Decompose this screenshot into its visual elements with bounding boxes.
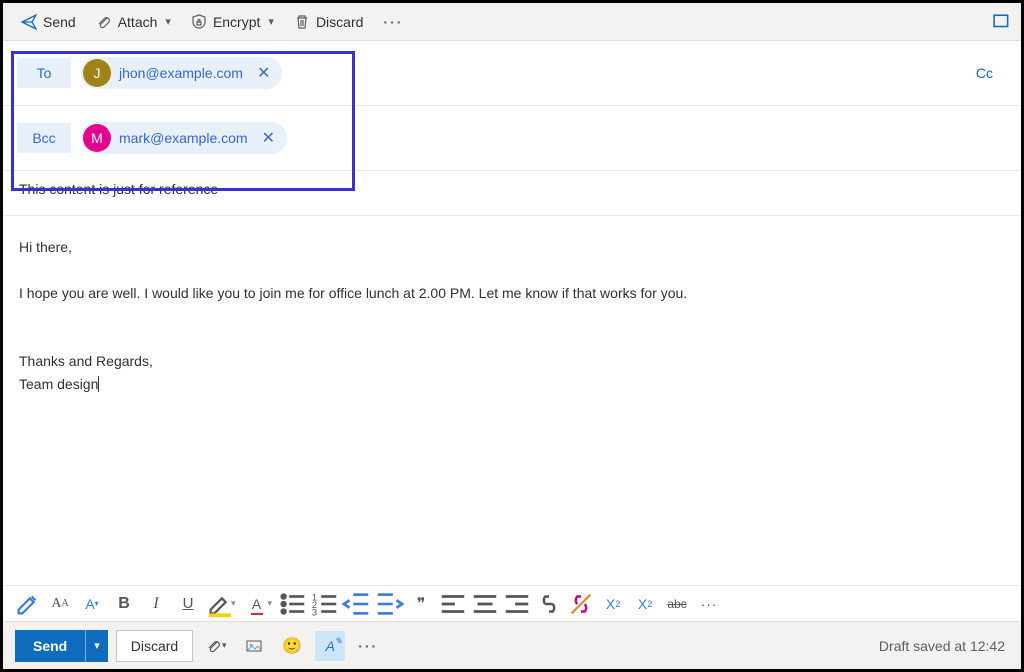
encrypt-label: Encrypt bbox=[213, 14, 260, 30]
message-body[interactable]: Hi there, I hope you are well. I would l… bbox=[3, 216, 1021, 417]
chevron-down-icon[interactable]: ▾ bbox=[268, 598, 273, 609]
strikethrough-button[interactable]: abc bbox=[662, 589, 692, 619]
subject-text: This content is just for reference bbox=[19, 181, 218, 197]
indent-button[interactable] bbox=[374, 589, 404, 619]
chip-email: jhon@example.com bbox=[119, 65, 243, 81]
attach-label: Attach bbox=[118, 14, 158, 30]
remove-chip-icon[interactable]: ✕ bbox=[258, 128, 279, 148]
top-toolbar: Send Attach ▾ Encrypt ▾ Discard ··· bbox=[3, 3, 1021, 41]
bcc-field-button[interactable]: Bcc bbox=[17, 123, 71, 153]
remove-chip-icon[interactable]: ✕ bbox=[253, 63, 274, 83]
send-label: Send bbox=[43, 14, 76, 30]
body-line: I hope you are well. I would like you to… bbox=[19, 282, 1005, 306]
discard-label: Discard bbox=[131, 638, 178, 654]
bottom-toolbar: Send ▾ Discard ▾ 🙂 A✎ ··· Draft saved at… bbox=[3, 621, 1021, 669]
send-main-label: Send bbox=[15, 630, 85, 662]
chevron-down-icon: ▾ bbox=[165, 15, 171, 28]
format-toolbar: AA A▾ B I U ▾ A ▾ 123 ❞ X2 X2 abc ··· bbox=[3, 585, 1021, 621]
unlink-button[interactable] bbox=[566, 589, 596, 619]
bullet-list-button[interactable] bbox=[278, 589, 308, 619]
send-icon bbox=[21, 14, 37, 30]
to-field-button[interactable]: To bbox=[17, 58, 71, 88]
more-button-top[interactable]: ··· bbox=[375, 10, 411, 34]
quote-button[interactable]: ❞ bbox=[406, 589, 436, 619]
subject-field[interactable]: This content is just for reference bbox=[3, 171, 1021, 216]
send-split-button[interactable]: ▾ bbox=[85, 630, 108, 662]
trash-icon bbox=[294, 14, 310, 30]
send-button-top[interactable]: Send bbox=[13, 10, 84, 34]
encrypt-button[interactable]: Encrypt ▾ bbox=[183, 10, 282, 34]
number-list-button[interactable]: 123 bbox=[310, 589, 340, 619]
align-right-button[interactable] bbox=[502, 589, 532, 619]
more-actions-bottom[interactable]: ··· bbox=[353, 631, 383, 661]
emoji-icon[interactable]: 🙂 bbox=[277, 631, 307, 661]
font-family-icon[interactable]: AA bbox=[45, 589, 75, 619]
text-caret bbox=[98, 376, 99, 392]
chevron-down-icon[interactable]: ▾ bbox=[231, 598, 236, 609]
discard-button[interactable]: Discard bbox=[116, 630, 193, 662]
attach-icon-bottom[interactable]: ▾ bbox=[201, 631, 231, 661]
superscript-button[interactable]: X2 bbox=[598, 589, 628, 619]
body-signoff1: Thanks and Regards, bbox=[19, 350, 1005, 374]
svg-text:3: 3 bbox=[312, 607, 317, 617]
outdent-button[interactable] bbox=[342, 589, 372, 619]
underline-button[interactable]: U bbox=[173, 589, 203, 619]
format-more-button[interactable]: ··· bbox=[694, 589, 724, 619]
italic-button[interactable]: I bbox=[141, 589, 171, 619]
discard-button-top[interactable]: Discard bbox=[286, 10, 371, 34]
font-size-icon[interactable]: A▾ bbox=[77, 589, 107, 619]
avatar: M bbox=[83, 124, 111, 152]
subscript-button[interactable]: X2 bbox=[630, 589, 660, 619]
cc-button[interactable]: Cc bbox=[968, 61, 1001, 85]
link-button[interactable] bbox=[534, 589, 564, 619]
to-recipient-chip[interactable]: J jhon@example.com ✕ bbox=[81, 57, 282, 89]
paint-format-icon[interactable] bbox=[13, 589, 43, 619]
discard-label: Discard bbox=[316, 14, 363, 30]
avatar: J bbox=[83, 59, 111, 87]
bcc-recipient-chip[interactable]: M mark@example.com ✕ bbox=[81, 122, 287, 154]
insert-picture-icon[interactable] bbox=[239, 631, 269, 661]
attach-icon bbox=[96, 14, 112, 30]
toggle-format-toolbar-icon[interactable]: A✎ bbox=[315, 631, 345, 661]
draft-status: Draft saved at 12:42 bbox=[879, 638, 1009, 654]
attach-button[interactable]: Attach ▾ bbox=[88, 10, 179, 34]
align-left-button[interactable] bbox=[438, 589, 468, 619]
expand-icon[interactable] bbox=[993, 13, 1011, 31]
chevron-down-icon: ▾ bbox=[268, 15, 274, 28]
body-greeting: Hi there, bbox=[19, 236, 1005, 260]
body-signoff2: Team design bbox=[19, 376, 98, 392]
chip-email: mark@example.com bbox=[119, 130, 248, 146]
shield-icon bbox=[191, 14, 207, 30]
bold-button[interactable]: B bbox=[109, 589, 139, 619]
bcc-row: Bcc M mark@example.com ✕ bbox=[3, 106, 1021, 171]
align-center-button[interactable] bbox=[470, 589, 500, 619]
to-row: To J jhon@example.com ✕ Cc bbox=[3, 41, 1021, 106]
send-button[interactable]: Send ▾ bbox=[15, 630, 108, 662]
